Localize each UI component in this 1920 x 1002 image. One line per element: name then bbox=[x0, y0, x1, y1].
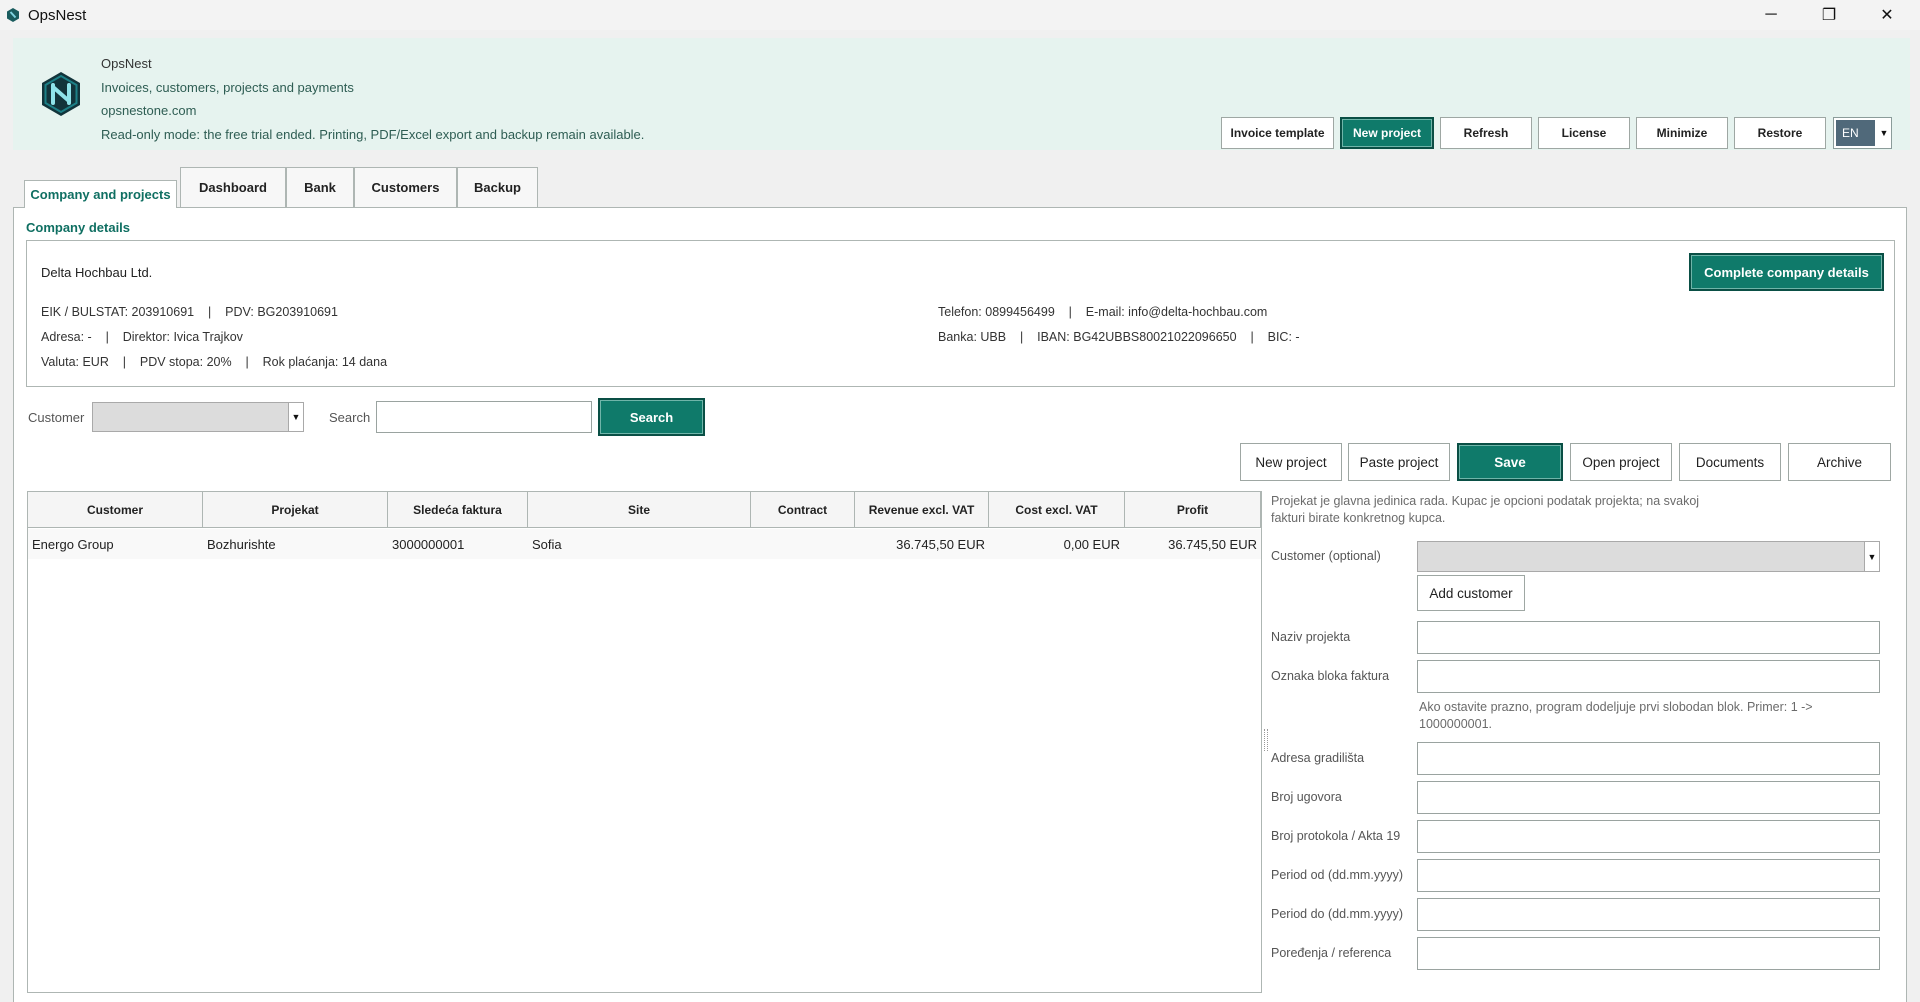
company-details-box: Delta Hochbau Ltd. EIK / BULSTAT: 203910… bbox=[26, 240, 1895, 387]
site-address-label: Adresa gradilišta bbox=[1271, 751, 1365, 765]
project-name-label: Naziv projekta bbox=[1271, 630, 1351, 644]
site-address-input[interactable] bbox=[1417, 742, 1880, 775]
paste-project-button[interactable]: Paste project bbox=[1348, 443, 1450, 481]
search-input[interactable] bbox=[376, 401, 592, 433]
language-value: EN bbox=[1834, 118, 1877, 148]
chevron-down-icon: ▼ bbox=[288, 403, 303, 431]
header-info: OpsNest Invoices, customers, projects an… bbox=[101, 52, 644, 146]
projects-table: Customer Projekat Sledeća faktura Site C… bbox=[27, 491, 1262, 993]
open-project-button[interactable]: Open project bbox=[1570, 443, 1672, 481]
title-bar: OpsNest bbox=[0, 0, 1920, 30]
column-header-profit[interactable]: Profit bbox=[1125, 492, 1261, 528]
chevron-down-icon: ▼ bbox=[1864, 542, 1879, 571]
cell-customer: Energo Group bbox=[32, 536, 114, 552]
restore-window-icon: ❐ bbox=[1821, 7, 1837, 24]
window-title: OpsNest bbox=[28, 6, 87, 24]
customer-filter-label: Customer bbox=[28, 410, 85, 425]
save-button[interactable]: Save bbox=[1457, 443, 1563, 481]
app-name: OpsNest bbox=[101, 56, 152, 71]
restore-app-button[interactable]: Restore bbox=[1734, 117, 1826, 149]
customer-filter-select[interactable]: ▼ bbox=[92, 402, 304, 432]
cell-project: Bozhurishte bbox=[207, 536, 276, 552]
tab-company-and-projects[interactable]: Company and projects bbox=[24, 180, 177, 208]
app-icon bbox=[7, 8, 19, 22]
tab-bank[interactable]: Bank bbox=[286, 167, 354, 207]
project-name-input[interactable] bbox=[1417, 621, 1880, 654]
form-customer-select[interactable]: ▼ bbox=[1417, 541, 1880, 572]
window-minimize-button[interactable]: ─ bbox=[1742, 0, 1800, 30]
archive-button[interactable]: Archive bbox=[1788, 443, 1891, 481]
cell-next-invoice: 3000000001 bbox=[392, 536, 465, 552]
period-from-label: Period od (dd.mm.yyyy) bbox=[1271, 868, 1403, 882]
tab-customers[interactable]: Customers bbox=[354, 167, 457, 207]
app-header: OpsNest Invoices, customers, projects an… bbox=[13, 38, 1910, 150]
search-label: Search bbox=[329, 410, 371, 425]
website-link[interactable]: opsnestone.com bbox=[101, 99, 644, 123]
window-close-button[interactable]: ✕ bbox=[1858, 0, 1916, 30]
column-header-contract[interactable]: Contract bbox=[751, 492, 855, 528]
column-header-next-invoice[interactable]: Sledeća faktura bbox=[388, 492, 528, 528]
table-row[interactable]: Energo Group Bozhurishte 3000000001 Sofi… bbox=[28, 529, 1261, 559]
tab-backup[interactable]: Backup bbox=[457, 167, 538, 207]
company-details-title: Company details bbox=[26, 220, 131, 235]
invoice-block-input[interactable] bbox=[1417, 660, 1880, 693]
header-new-project-button[interactable]: New project bbox=[1340, 117, 1434, 149]
company-bank: Banka: UBB | IBAN: BG42UBBS8002102209665… bbox=[938, 330, 1300, 344]
documents-button[interactable]: Documents bbox=[1679, 443, 1781, 481]
invoice-block-hint: Ako ostavite prazno, program dodeljuje p… bbox=[1419, 700, 1813, 731]
order-reference-input[interactable] bbox=[1417, 937, 1880, 970]
cell-site: Sofia bbox=[532, 536, 562, 552]
protocol-number-label: Broj protokola / Akta 19 bbox=[1271, 829, 1401, 843]
minimize-icon: ─ bbox=[1765, 6, 1777, 23]
column-header-customer[interactable]: Customer bbox=[28, 492, 203, 528]
language-select[interactable]: EN ▼ bbox=[1833, 117, 1892, 149]
order-reference-label: Poređenja / referenca bbox=[1271, 946, 1392, 960]
cell-revenue: 36.745,50 EUR bbox=[896, 536, 985, 552]
license-button[interactable]: License bbox=[1538, 117, 1630, 149]
column-header-site[interactable]: Site bbox=[528, 492, 751, 528]
protocol-number-input[interactable] bbox=[1417, 820, 1880, 853]
invoice-block-label: Oznaka bloka faktura bbox=[1271, 669, 1390, 683]
cell-cost: 0,00 EUR bbox=[1063, 536, 1120, 552]
minimize-app-button[interactable]: Minimize bbox=[1636, 117, 1728, 149]
column-header-cost[interactable]: Cost excl. VAT bbox=[989, 492, 1125, 528]
form-customer-label: Customer (optional) bbox=[1271, 549, 1381, 563]
period-to-label: Period do (dd.mm.yyyy) bbox=[1271, 907, 1403, 921]
column-header-revenue[interactable]: Revenue excl. VAT bbox=[855, 492, 989, 528]
app-tagline: Invoices, customers, projects and paymen… bbox=[101, 79, 354, 95]
company-tax-ids: EIK / BULSTAT: 203910691 | PDV: BG203910… bbox=[41, 305, 338, 319]
add-customer-button[interactable]: Add customer bbox=[1417, 575, 1525, 611]
company-contact: Telefon: 0899456499 | E-mail: info@delta… bbox=[938, 305, 1268, 319]
search-button[interactable]: Search bbox=[598, 398, 705, 436]
column-header-project[interactable]: Projekat bbox=[203, 492, 388, 528]
project-form-intro: Projekat je glavna jedinica rada. Kupac … bbox=[1271, 494, 1700, 525]
close-icon: ✕ bbox=[1880, 7, 1894, 24]
period-from-input[interactable] bbox=[1417, 859, 1880, 892]
opsnest-logo-icon bbox=[42, 72, 80, 116]
chevron-down-icon: ▼ bbox=[1879, 128, 1889, 138]
complete-company-details-button[interactable]: Complete company details bbox=[1689, 253, 1884, 291]
window-maximize-button[interactable]: ❐ bbox=[1800, 0, 1858, 30]
invoice-template-button[interactable]: Invoice template bbox=[1221, 117, 1334, 149]
company-address-director: Adresa: - | Direktor: Ivica Trajkov bbox=[41, 330, 243, 344]
cell-profit: 36.745,50 EUR bbox=[1168, 536, 1257, 552]
pane-splitter-handle[interactable] bbox=[1264, 729, 1268, 751]
company-currency-vat: Valuta: EUR | PDV stopa: 20% | Rok plaća… bbox=[41, 355, 388, 369]
company-name: Delta Hochbau Ltd. bbox=[41, 265, 153, 280]
tab-dashboard[interactable]: Dashboard bbox=[180, 167, 286, 207]
contract-number-label: Broj ugovora bbox=[1271, 790, 1342, 804]
refresh-button[interactable]: Refresh bbox=[1440, 117, 1532, 149]
contract-number-input[interactable] bbox=[1417, 781, 1880, 814]
period-to-input[interactable] bbox=[1417, 898, 1880, 931]
new-project-button[interactable]: New project bbox=[1240, 443, 1342, 481]
read-only-notice: Read-only mode: the free trial ended. Pr… bbox=[101, 126, 645, 142]
